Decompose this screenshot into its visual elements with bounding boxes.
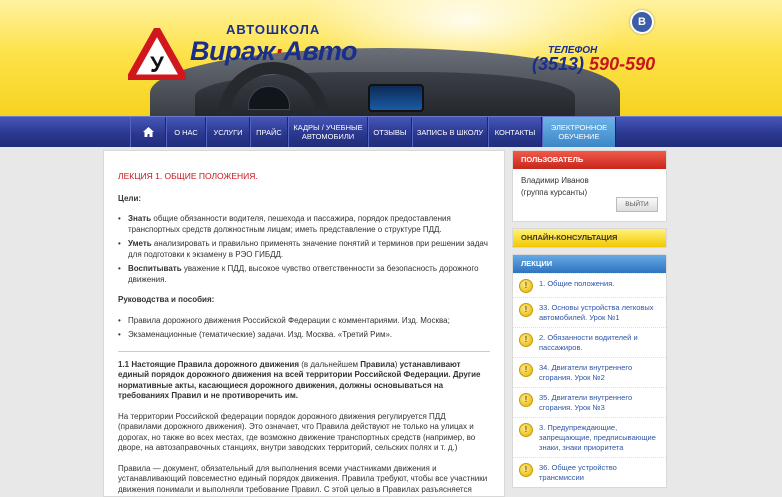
lecture-content: ЛЕКЦИЯ 1. ОБЩИЕ ПОЛОЖЕНИЯ. Цели: Знать о… [103,150,505,497]
user-box: ПОЛЬЗОВАТЕЛЬ Владимир Иванов (группа кур… [512,150,667,222]
exclamation-icon: ! [519,423,533,437]
lecture-link[interactable]: ! 1. Общие положения. [513,273,666,297]
lecture-link[interactable]: ! 2. Обязанности водителей и пассажиров. [513,327,666,357]
nav-e-learning[interactable]: ЭЛЕКТРОННОЕ ОБУЧЕНИЕ [542,117,616,147]
site-header: У АВТОШКОЛА Вираж·Авто ТЕЛЕФОН (3513) 59… [0,0,782,118]
list-item: Воспитывать уважение к ПДД, высокое чувс… [118,264,490,285]
nav-home-button[interactable] [130,117,166,147]
rule-term: Правила [360,360,394,369]
logo-name-part1: Вираж [190,36,275,66]
exclamation-icon: ! [519,363,533,377]
navigation-screen [368,84,424,112]
logout-button[interactable]: ВЫЙТИ [616,197,658,212]
sidebar: ПОЛЬЗОВАТЕЛЬ Владимир Иванов (группа кур… [512,150,667,494]
goal-verb: Уметь [128,239,152,248]
list-item: Правила дорожного движения Российской Фе… [118,316,490,327]
manuals-list: Правила дорожного движения Российской Фе… [118,316,490,341]
logo-name-part2: Авто [283,36,357,66]
lecture-link-label[interactable]: 36. Общее устройство трансмиссии [539,463,660,483]
lecture-link-label[interactable]: 1. Общие положения. [539,279,614,289]
lecture-link[interactable]: ! 33. Основы устройства легковых автомоби… [513,297,666,327]
lecture-title: ЛЕКЦИЯ 1. ОБЩИЕ ПОЛОЖЕНИЯ. [118,171,490,182]
goal-text: общие обязанности водителя, пешехода и п… [128,214,451,234]
lecture-link[interactable]: ! 36. Общее устройство трансмиссии [513,457,666,487]
rule-1-1-paragraph: 1.1 Настоящие Правила дорожного движения… [118,360,490,402]
nav-price[interactable]: ПРАЙС [250,117,288,147]
goal-verb: Воспитывать [128,264,182,273]
logo-school-label: АВТОШКОЛА [226,22,320,37]
lectures-box-title: ЛЕКЦИИ [513,255,666,273]
lecture-link-label[interactable]: 35. Двигатели внутреннего сгорания. Урок… [539,393,660,413]
phone-code: (3513) [532,54,584,74]
phone-digits: 590-590 [589,54,655,74]
logo-school-name[interactable]: Вираж·Авто [190,36,357,67]
vk-social-icon[interactable]: В [630,10,654,34]
exclamation-icon: ! [519,279,533,293]
nav-staff-cars[interactable]: КАДРЫ / УЧЕБНЫЕ АВТОМОБИЛИ [288,117,368,147]
list-item: Знать общие обязанности водителя, пешехо… [118,214,490,235]
svg-text:У: У [150,52,164,77]
lecture-link-label[interactable]: 2. Обязанности водителей и пассажиров. [539,333,660,353]
goal-verb: Знать [128,214,151,223]
nav-enroll[interactable]: ЗАПИСЬ В ШКОЛУ [412,117,488,147]
rule-text: (в дальнейшем [299,360,360,369]
rule-number: 1.1 Настоящие Правила дорожного движения [118,360,299,369]
goals-list: Знать общие обязанности водителя, пешехо… [118,214,490,285]
exclamation-icon: ! [519,463,533,477]
list-item: Экзаменационные (тематические) задачи. И… [118,330,490,341]
paragraph: Правила — документ, обязательный для вып… [118,464,490,497]
nav-reviews[interactable]: ОТЗЫВЫ [368,117,412,147]
lecture-link-label[interactable]: 33. Основы устройства легковых автомобил… [539,303,660,323]
goals-heading: Цели: [118,194,490,205]
phone-number: (3513) 590-590 [532,54,655,75]
user-name: Владимир Иванов [521,175,658,187]
nav-services[interactable]: УСЛУГИ [206,117,250,147]
lecture-link-label[interactable]: 3. Предупреждающие, запрещающие, предпис… [539,423,660,453]
goal-text: анализировать и правильно применять знач… [128,239,488,259]
consult-box[interactable]: ОНЛАЙН-КОНСУЛЬТАЦИЯ [512,228,667,248]
online-consultation-link[interactable]: ОНЛАЙН-КОНСУЛЬТАЦИЯ [513,229,666,247]
lecture-link[interactable]: ! 35. Двигатели внутреннего сгорания. Уро… [513,387,666,417]
exclamation-icon: ! [519,393,533,407]
lecture-link[interactable]: ! 34. Двигатели внутреннего сгорания. Уро… [513,357,666,387]
manuals-heading: Руководства и пособия: [118,295,490,306]
paragraph: На территории Российской федерации поряд… [118,412,490,454]
list-item: Уметь анализировать и правильно применят… [118,239,490,260]
nav-contacts[interactable]: КОНТАКТЫ [488,117,542,147]
nav-about[interactable]: О НАС [166,117,206,147]
user-box-title: ПОЛЬЗОВАТЕЛЬ [513,151,666,169]
lecture-link-label[interactable]: 34. Двигатели внутреннего сгорания. Урок… [539,363,660,383]
lectures-box: ЛЕКЦИИ ! 1. Общие положения. ! 33. Основы … [512,254,667,488]
driving-school-triangle-logo[interactable]: У [128,28,186,80]
lecture-link[interactable]: ! 3. Предупреждающие, запрещающие, предпи… [513,417,666,457]
home-icon [143,127,154,137]
main-navigation: О НАС УСЛУГИ ПРАЙС КАДРЫ / УЧЕБНЫЕ АВТОМ… [0,116,782,147]
exclamation-icon: ! [519,303,533,317]
exclamation-icon: ! [519,333,533,347]
section-divider [118,351,490,352]
